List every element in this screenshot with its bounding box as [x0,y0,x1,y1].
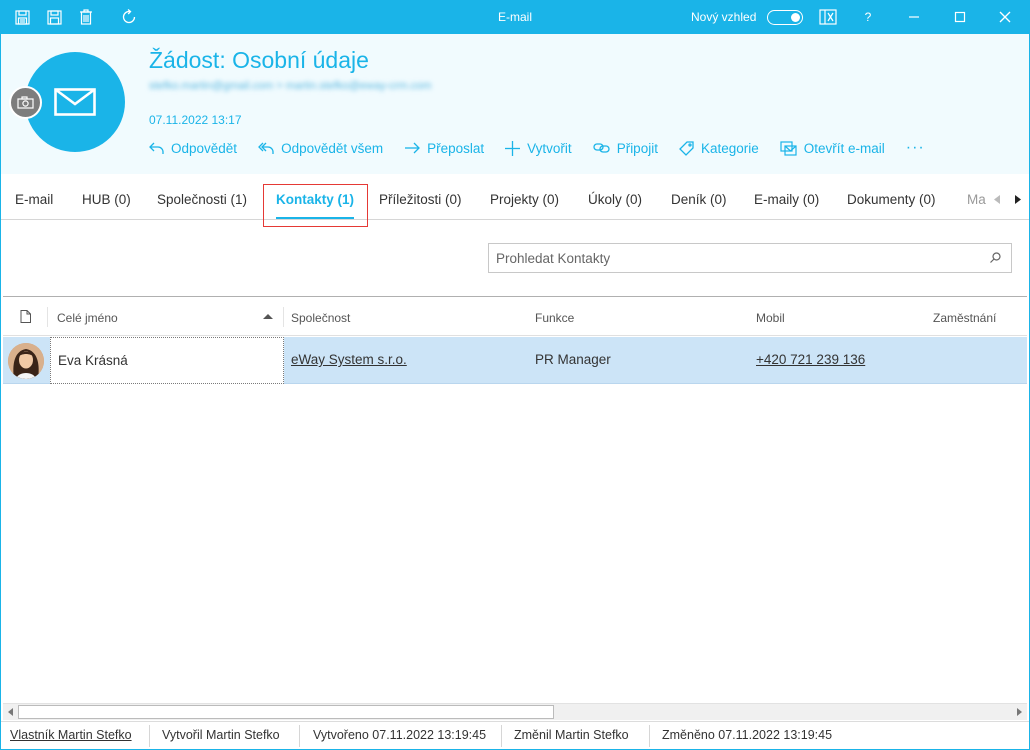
camera-icon [17,96,34,109]
grid-header: Celé jméno Společnost Funkce Mobil Zaměs… [3,297,1027,336]
tab-projects[interactable]: Projekty (0) [490,192,559,207]
window-title: E-mail [497,10,532,24]
contact-name: Eva Krásná [58,353,128,368]
link-icon [593,143,610,153]
tab-highlight-box [263,184,368,227]
title-bar: E-mail Nový vzhled ? [0,0,1030,34]
column-header-employment[interactable]: Zaměstnání [933,311,996,325]
tag-icon [679,140,694,156]
save-icon[interactable] [14,9,30,25]
reply-all-label: Odpovědět všem [281,140,384,156]
tab-tasks[interactable]: Úkoly (0) [588,192,642,207]
attach-label: Připojit [616,140,658,156]
scrollbar-thumb[interactable] [18,705,554,719]
horizontal-scrollbar[interactable] [3,703,1027,720]
new-look-toggle[interactable] [767,10,803,25]
status-separator [299,725,300,747]
action-bar: Odpovědět Odpovědět všem Přeposlat Vytvo… [149,139,925,157]
tab-opportunities[interactable]: Příležitosti (0) [379,192,462,207]
column-header-company[interactable]: Společnost [291,311,350,325]
table-row[interactable]: Eva Krásná eWay System s.r.o. PR Manager… [3,337,1027,384]
close-button[interactable] [996,9,1014,25]
save-close-icon[interactable] [46,9,62,25]
scroll-left-arrow-icon[interactable] [6,708,14,716]
status-separator [501,725,502,747]
scroll-right-arrow-icon[interactable] [1015,708,1023,716]
envelope-icon [54,88,96,116]
open-email-button[interactable]: Otevřít e-mail [780,141,885,156]
plus-icon [505,140,521,156]
tab-companies[interactable]: Společnosti (1) [157,192,247,207]
reply-icon [149,142,164,154]
toggle-knob [791,12,800,22]
forward-icon [405,142,421,154]
trash-icon[interactable] [78,9,94,25]
refresh-icon[interactable] [121,9,137,25]
tab-documents[interactable]: Dokumenty (0) [847,192,936,207]
tab-emails[interactable]: E-maily (0) [754,192,819,207]
help-button[interactable]: ? [859,9,877,25]
forward-label: Přeposlat [427,140,485,156]
tab-scroll-right-icon[interactable] [1013,192,1023,206]
reply-all-button[interactable]: Odpovědět všem [258,141,383,156]
document-icon [20,310,31,323]
status-changed-at: Změněno 07.11.2022 13:19:45 [662,728,833,742]
contacts-search-input[interactable] [489,244,979,272]
column-separator [47,307,48,327]
create-button[interactable]: Vytvořit [505,140,572,156]
reply-button[interactable]: Odpovědět [149,141,237,156]
status-created-at: Vytvořeno 07.11.2022 13:19:45 [313,728,487,742]
forward-button[interactable]: Přeposlat [404,141,484,156]
status-separator [149,725,150,747]
search-icon[interactable] [990,252,1001,263]
open-email-label: Otevřít e-mail [803,140,885,156]
sort-ascending-icon [263,314,273,319]
column-header-function[interactable]: Funkce [535,311,574,325]
column-separator [283,307,284,327]
category-button[interactable]: Kategorie [679,141,759,156]
tab-journal[interactable]: Deník (0) [671,192,727,207]
maximize-button[interactable] [951,9,969,25]
change-photo-button[interactable] [9,86,42,119]
status-created-by: Vytvořil Martin Stefko [162,728,280,742]
contact-photo [8,343,44,379]
contact-name-cell[interactable]: Eva Krásná [50,337,284,384]
tab-more[interactable]: Ma [967,192,986,207]
status-separator [649,725,650,747]
status-changed-by: Změnil Martin Stefko [514,728,629,742]
column-header-name[interactable]: Celé jméno [57,311,118,325]
new-look-label: Nový vzhled [691,10,757,24]
contact-mobile-link[interactable]: +420 721 239 136 [756,352,865,367]
minimize-button[interactable] [905,9,923,25]
layout-icon[interactable] [819,9,837,25]
tab-email[interactable]: E-mail [15,192,53,207]
more-actions-button[interactable]: ··· [906,139,925,157]
reply-label: Odpovědět [171,140,238,156]
email-subject: Žádost: Osobní údaje [149,47,369,73]
tab-scroll-left-icon[interactable] [992,192,1002,206]
tab-hub[interactable]: HUB (0) [82,192,131,207]
column-header-mobile[interactable]: Mobil [756,311,785,325]
status-owner-link[interactable]: Vlastník Martin Stefko [10,728,132,742]
status-bar: Vlastník Martin Stefko Vytvořil Martin S… [1,721,1029,749]
email-date: 07.11.2022 13:17 [149,113,242,127]
create-label: Vytvořit [527,140,572,156]
tab-strip: E-mail HUB (0) Společnosti (1) Kontakty … [1,180,1029,220]
category-label: Kategorie [700,140,759,156]
open-email-icon [780,140,797,156]
contact-company-link[interactable]: eWay System s.r.o. [291,352,407,367]
attach-button[interactable]: Připojit [593,141,658,156]
contacts-search [488,243,1012,273]
contact-function: PR Manager [535,352,611,367]
email-addresses: stefko.martin@gmail.com > martin.stefko@… [149,80,432,92]
reply-all-icon [258,142,274,154]
